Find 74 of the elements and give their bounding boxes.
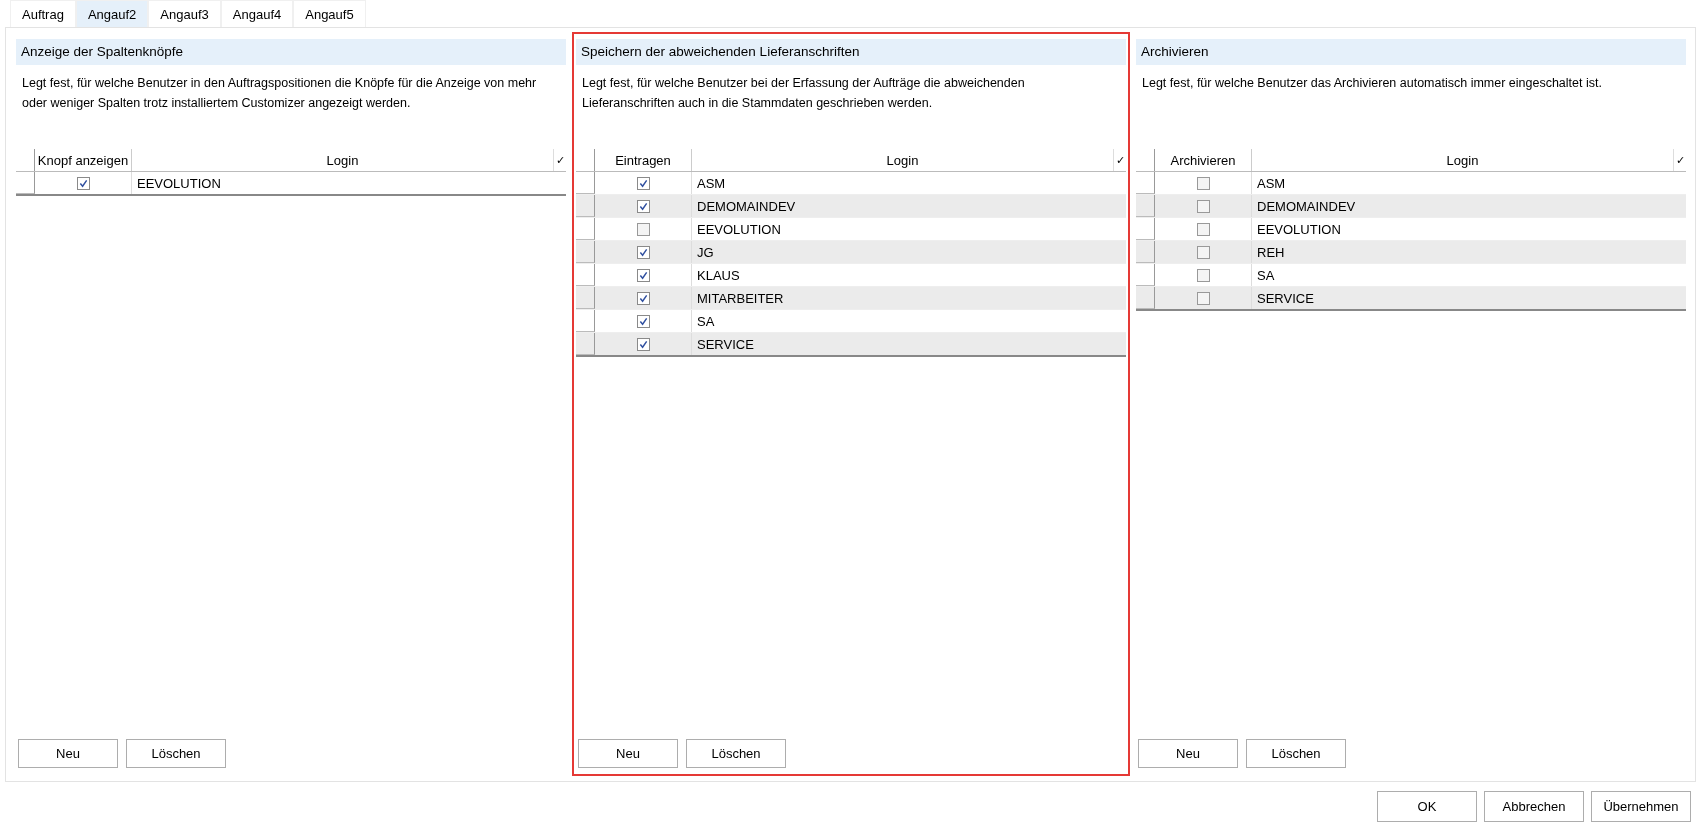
checkbox[interactable] (636, 176, 650, 190)
login-cell: SERVICE (697, 336, 754, 352)
login-cell: ASM (697, 175, 726, 191)
row-header[interactable] (576, 310, 595, 332)
row-header[interactable] (576, 218, 595, 240)
panel-button[interactable]: Löschen (686, 739, 786, 768)
login-cell: DEMOMAINDEV (1257, 198, 1356, 214)
column-header[interactable]: Eintragen (595, 149, 692, 171)
login-cell: SA (1257, 267, 1275, 283)
column-header[interactable]: Login (1252, 149, 1673, 171)
checkbox[interactable] (636, 337, 650, 351)
row-header[interactable] (1136, 241, 1155, 263)
login-cell: REH (1257, 244, 1285, 260)
column-header[interactable]: Login (132, 149, 553, 171)
row-header[interactable] (576, 195, 595, 217)
tab[interactable]: Angauf3 (148, 0, 221, 27)
section-header: Anzeige der Spaltenknöpfe (16, 39, 566, 65)
row-header[interactable] (1136, 195, 1155, 217)
column-chooser-button[interactable]: ✓ (1113, 149, 1126, 171)
row-header[interactable] (576, 333, 595, 355)
login-cell: EEVOLUTION (1257, 221, 1341, 237)
column-header[interactable]: Archivieren (1155, 149, 1252, 171)
login-cell: MITARBEITER (697, 290, 784, 306)
panel-button[interactable]: Neu (1138, 739, 1238, 768)
description-text: Legt fest, für welche Benutzer in den Auftragspositionen die Knöpfe für die Anzeige von mehr oder weniger Spalten trotz installiertem Customizer angezeigt werden. (21, 75, 538, 112)
description-text: Legt fest, für welche Benutzer das Archivieren automatisch immer eingeschaltet ist. (1141, 75, 1603, 92)
login-cell: ASM (1257, 175, 1286, 191)
dialog-button[interactable]: Übernehmen (1591, 791, 1691, 822)
row-header[interactable] (576, 241, 595, 263)
tab[interactable]: Angauf5 (293, 0, 366, 27)
checkbox[interactable] (1196, 199, 1210, 213)
row-header[interactable] (1136, 218, 1155, 240)
checkbox[interactable] (1196, 268, 1210, 282)
login-cell: JG (697, 244, 714, 260)
login-cell: EEVOLUTION (697, 221, 781, 237)
column-chooser-button[interactable]: ✓ (553, 149, 566, 171)
dialog-button[interactable]: Abbrechen (1484, 791, 1584, 822)
login-cell: EEVOLUTION (137, 175, 221, 191)
checkbox[interactable] (1196, 222, 1210, 236)
checkbox[interactable] (1196, 291, 1210, 305)
panel-button[interactable]: Neu (578, 739, 678, 768)
checkbox[interactable] (76, 176, 90, 190)
row-header[interactable] (1136, 287, 1155, 309)
login-cell: SERVICE (1257, 290, 1314, 306)
column-chooser-button[interactable]: ✓ (1673, 149, 1686, 171)
column-header[interactable]: Login (692, 149, 1113, 171)
dialog-button[interactable]: OK (1377, 791, 1477, 822)
section-header: Speichern der abweichenden Lieferanschriften (576, 39, 1126, 65)
row-header[interactable] (1136, 264, 1155, 286)
checkbox[interactable] (1196, 245, 1210, 259)
tab[interactable]: Angauf4 (220, 0, 294, 27)
checkbox[interactable] (636, 291, 650, 305)
login-cell: DEMOMAINDEV (697, 198, 796, 214)
panel-button[interactable]: Löschen (1246, 739, 1346, 768)
panel-button[interactable]: Löschen (126, 739, 226, 768)
checkbox[interactable] (636, 199, 650, 213)
tab[interactable]: Angauf2 (75, 0, 149, 27)
row-header[interactable] (16, 172, 35, 194)
tab[interactable]: Auftrag (10, 0, 76, 27)
login-cell: SA (697, 313, 715, 329)
row-header[interactable] (576, 264, 595, 286)
section-header: Archivieren (1136, 39, 1686, 65)
checkbox[interactable] (636, 268, 650, 282)
checkbox[interactable] (1196, 176, 1210, 190)
login-cell: KLAUS (697, 267, 740, 283)
description-text: Legt fest, für welche Benutzer bei der Erfassung der Aufträge die abweichenden Lieferanschriften auch in die Stammdaten geschrieben werden. (581, 75, 1026, 112)
checkbox[interactable] (636, 314, 650, 328)
panel-button[interactable]: Neu (18, 739, 118, 768)
row-header[interactable] (576, 172, 595, 194)
checkbox[interactable] (636, 222, 650, 236)
row-header[interactable] (1136, 172, 1155, 194)
row-header[interactable] (576, 287, 595, 309)
column-header[interactable]: Knopf anzeigen (35, 149, 132, 171)
checkbox[interactable] (636, 245, 650, 259)
